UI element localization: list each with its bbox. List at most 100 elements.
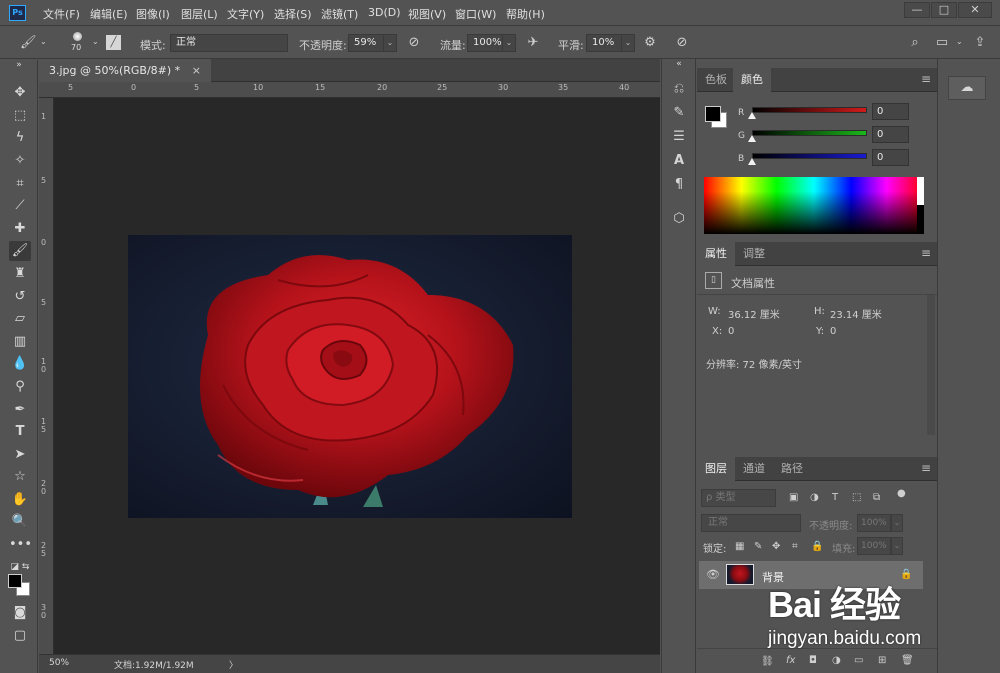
height-value[interactable]: 23.14 厘米 — [830, 306, 882, 321]
pressure-size-icon[interactable]: ⊘ — [674, 35, 690, 51]
red-slider-thumb[interactable] — [748, 112, 756, 119]
blend-mode-select[interactable]: 正常 — [701, 514, 801, 532]
tab-adjustments[interactable]: 调整 — [735, 242, 773, 266]
healing-brush-tool-icon[interactable]: ✚ — [9, 219, 31, 239]
red-value-field[interactable]: 0 — [872, 103, 909, 120]
tab-paths[interactable]: 路径 — [773, 457, 811, 481]
menu-edit[interactable]: 编辑(E) — [90, 6, 128, 22]
mode-select[interactable]: 正常 — [170, 34, 288, 52]
tab-color[interactable]: 颜色 — [733, 68, 771, 92]
close-window-button[interactable]: ✕ — [958, 2, 992, 18]
quick-mask-icon[interactable]: ◙ — [9, 603, 31, 623]
panel-menu-icon[interactable]: ≡ — [921, 73, 931, 85]
tab-swatches[interactable]: 色板 — [697, 68, 735, 92]
new-layer-icon[interactable]: ⊞ — [878, 655, 886, 667]
dodge-tool-icon[interactable]: ⚲ — [9, 377, 31, 397]
green-slider-thumb[interactable] — [748, 135, 756, 142]
menu-file[interactable]: 文件(F) — [43, 6, 80, 22]
close-tab-icon[interactable]: × — [192, 64, 201, 77]
blue-value-field[interactable]: 0 — [872, 149, 909, 166]
stamp-tool-icon[interactable]: ♜ — [9, 264, 31, 284]
filter-pixel-icon[interactable]: ▣ — [789, 492, 798, 504]
color-spectrum[interactable] — [704, 177, 924, 234]
lock-pixels-icon[interactable]: ✎ — [754, 541, 762, 553]
layer-opacity-field[interactable]: 100% — [857, 514, 891, 532]
panel-menu-icon[interactable]: ≡ — [921, 247, 931, 259]
move-tool-icon[interactable]: ✥ — [9, 83, 31, 103]
brush-tool-icon[interactable]: 🖌 — [20, 35, 37, 51]
shape-tool-icon[interactable]: ☆ — [9, 467, 31, 487]
share-icon[interactable]: ⇪ — [972, 35, 988, 51]
group-icon[interactable]: ▭ — [854, 655, 863, 667]
adjustments-sliders-icon[interactable]: ☰ — [669, 127, 689, 147]
rose-photo[interactable] — [128, 235, 572, 518]
filter-toggle-icon[interactable]: ● — [897, 488, 906, 500]
lasso-tool-icon[interactable]: ϟ — [9, 128, 31, 148]
flow-dropdown-icon[interactable]: ⌄ — [502, 34, 516, 52]
properties-scrollbar[interactable] — [927, 295, 935, 435]
minimize-button[interactable]: — — [904, 2, 930, 18]
visibility-eye-icon[interactable]: 👁 — [706, 569, 720, 581]
magic-wand-tool-icon[interactable]: ✧ — [9, 151, 31, 171]
menu-help[interactable]: 帮助(H) — [506, 6, 545, 22]
width-value[interactable]: 36.12 厘米 — [728, 306, 780, 321]
menu-filter[interactable]: 滤镜(T) — [321, 6, 358, 22]
menu-window[interactable]: 窗口(W) — [455, 6, 496, 22]
lock-transparency-icon[interactable]: ▦ — [735, 541, 744, 553]
airbrush-icon[interactable]: ✈ — [525, 35, 541, 51]
workspace-arrow-icon[interactable]: ⌄ — [956, 37, 963, 46]
marquee-tool-icon[interactable]: ⬚ — [9, 106, 31, 126]
fx-icon[interactable]: fx — [786, 655, 795, 667]
mask-icon[interactable]: ◘ — [809, 655, 817, 667]
brush-tool-icon[interactable]: 🖌 — [9, 241, 31, 261]
character-icon[interactable]: A — [669, 151, 689, 171]
document-tab[interactable]: 3.jpg @ 50%(RGB/8#) * × — [39, 59, 211, 82]
foreground-color-swatch[interactable] — [8, 574, 22, 588]
edit-toolbar-icon[interactable]: ••• — [9, 535, 32, 555]
smoothing-dropdown-icon[interactable]: ⌄ — [621, 34, 635, 52]
tab-layers[interactable]: 图层 — [697, 457, 735, 481]
paragraph-icon[interactable]: ¶ — [669, 175, 689, 195]
workspace-icon[interactable]: ▭ — [934, 35, 950, 51]
filter-type-icon[interactable]: T — [832, 492, 838, 504]
fill-arrow-icon[interactable]: ⌄ — [891, 537, 903, 555]
tab-channels[interactable]: 通道 — [735, 457, 773, 481]
panel-menu-icon[interactable]: ≡ — [921, 462, 931, 474]
menu-select[interactable]: 选择(S) — [274, 6, 312, 22]
flow-field[interactable]: 100% — [467, 34, 503, 52]
gear-icon[interactable]: ⚙ — [642, 35, 658, 51]
foreground-color-swatch[interactable] — [705, 106, 721, 122]
x-value[interactable]: 0 — [728, 326, 734, 337]
adjustment-icon[interactable]: ◑ — [832, 655, 841, 667]
pen-tool-icon[interactable]: ✒ — [9, 400, 31, 420]
fill-field[interactable]: 100% — [857, 537, 891, 555]
search-icon[interactable]: ⌕ — [907, 35, 923, 51]
screen-mode-icon[interactable]: ▢ — [9, 626, 31, 646]
menu-type[interactable]: 文字(Y) — [227, 6, 264, 22]
link-icon[interactable]: ⛓ — [761, 656, 774, 668]
spectrum-white-swatch[interactable] — [917, 177, 924, 205]
filter-shape-icon[interactable]: ⬚ — [852, 492, 861, 504]
collapse-icon[interactable]: » — [8, 60, 30, 70]
zoom-level[interactable]: 50% — [49, 658, 69, 668]
canvas-area[interactable] — [54, 98, 660, 654]
status-menu-arrow-icon[interactable]: 〉 — [229, 658, 238, 671]
lock-all-icon[interactable]: 🔒 — [811, 541, 823, 553]
path-selection-tool-icon[interactable]: ➤ — [9, 445, 31, 465]
pressure-opacity-icon[interactable]: ⊘ — [406, 35, 422, 51]
menu-layer[interactable]: 图层(L) — [181, 6, 218, 22]
collapse-icon[interactable]: « — [669, 59, 689, 69]
smoothing-field[interactable]: 10% — [586, 34, 622, 52]
gradient-tool-icon[interactable]: ▥ — [9, 332, 31, 352]
filter-adjustment-icon[interactable]: ◑ — [810, 492, 819, 504]
layer-filter-select[interactable]: ρ 类型 — [701, 489, 776, 507]
blue-slider-thumb[interactable] — [748, 158, 756, 165]
hand-tool-icon[interactable]: ✋ — [9, 490, 31, 510]
maximize-button[interactable]: □ — [931, 2, 957, 18]
menu-3d[interactable]: 3D(D) — [368, 6, 401, 19]
blue-slider[interactable] — [752, 153, 867, 159]
brush-preset-picker[interactable]: 70 — [68, 32, 88, 52]
eyedropper-tool-icon[interactable]: ⟋ — [9, 196, 31, 216]
spectrum-black-swatch[interactable] — [917, 205, 924, 234]
type-tool-icon[interactable]: T — [9, 422, 31, 442]
